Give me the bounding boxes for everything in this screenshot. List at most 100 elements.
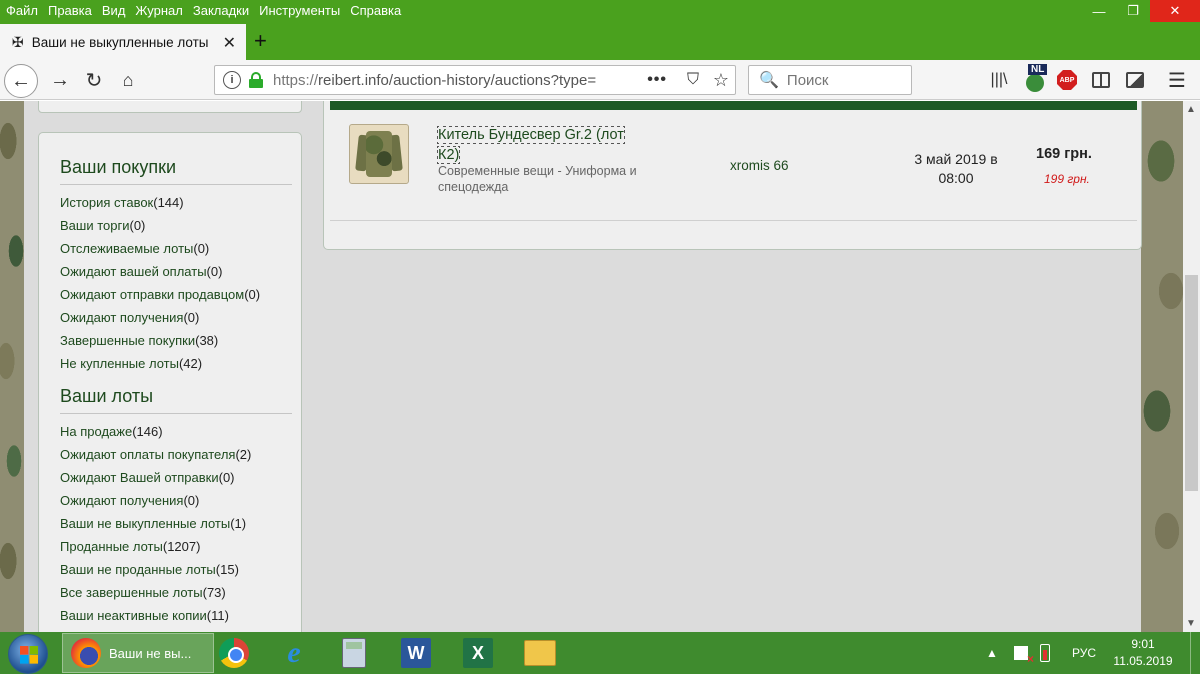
menu-help[interactable]: Справка — [345, 0, 406, 22]
lots-list: На продаже(146) Ожидают оплаты покупател… — [60, 420, 301, 627]
battery-icon[interactable] — [1040, 632, 1050, 674]
tab-strip: ✠ Ваши не выкупленные лоты | ✕ — [0, 22, 1200, 60]
list-item[interactable]: Ожидают Вашей отправки(0) — [60, 466, 301, 489]
close-tab-icon[interactable]: ✕ — [223, 33, 236, 53]
show-desktop-button[interactable] — [1190, 632, 1200, 674]
search-input[interactable] — [786, 71, 907, 89]
taskbar-firefox-label: Ваши не вы... — [109, 645, 192, 661]
scroll-down-icon[interactable]: ▼ — [1186, 618, 1196, 629]
lot-seller-link[interactable]: xromis 66 — [730, 158, 789, 173]
lots-title: Ваши лоты — [60, 386, 292, 414]
taskbar-chrome[interactable] — [214, 633, 254, 673]
purchases-title: Ваши покупки — [60, 157, 292, 185]
page-scrollbar[interactable]: ▲ ▼ — [1183, 101, 1200, 632]
list-item[interactable]: Ваши торги(0) — [60, 214, 301, 237]
purchases-section: Ваши покупки История ставок(144) Ваши то… — [39, 157, 301, 375]
menu-history[interactable]: Журнал — [130, 0, 187, 22]
address-bar[interactable]: i https://reibert.info/auction-history/a… — [214, 65, 736, 95]
lock-icon — [249, 72, 263, 88]
list-item[interactable]: Не купленные лоты(42) — [60, 352, 301, 375]
sidebar-top-panel — [38, 101, 302, 113]
taskbar-excel[interactable]: X — [458, 633, 498, 673]
minimize-button[interactable]: — — [1082, 0, 1116, 22]
adblock-icon[interactable]: ABP — [1056, 68, 1078, 92]
iron-cross-icon: ✠ — [12, 33, 24, 50]
bookmark-star-icon[interactable]: ☆ — [713, 70, 729, 91]
page-actions-icon[interactable]: ••• — [647, 71, 667, 89]
list-item[interactable]: Проданные лоты(1207) — [60, 535, 301, 558]
url-text[interactable]: https://reibert.info/auction-history/auc… — [273, 72, 613, 89]
action-center-icon[interactable] — [1014, 632, 1034, 674]
screenshot-icon[interactable] — [1124, 68, 1146, 92]
search-bar[interactable]: 🔍 — [748, 65, 912, 95]
list-item[interactable]: На продаже(146) — [60, 420, 301, 443]
list-item[interactable]: Ожидают оплаты покупателя(2) — [60, 443, 301, 466]
jacket-image — [355, 129, 403, 179]
list-item[interactable]: Все завершенные лоты(73) — [60, 581, 301, 604]
language-indicator[interactable]: РУС — [1072, 632, 1096, 674]
menu-view[interactable]: Вид — [97, 0, 131, 22]
chrome-icon — [219, 638, 249, 668]
scrollbar-thumb[interactable] — [1185, 275, 1198, 491]
calculator-icon — [342, 638, 366, 668]
new-tab-button[interactable]: + — [254, 28, 267, 54]
menu-bookmarks[interactable]: Закладки — [188, 0, 254, 22]
taskbar-calculator[interactable] — [334, 633, 374, 673]
close-window-button[interactable]: ✕ — [1150, 0, 1200, 22]
taskbar-ie[interactable]: e — [274, 633, 314, 673]
lot-category: Современные вещи - Униформа и спецодежда — [438, 164, 637, 194]
list-item[interactable]: Завершенные покупки(38) — [60, 329, 301, 352]
hamburger-menu-icon[interactable]: ☰ — [1166, 68, 1188, 92]
taskbar-word[interactable]: W — [396, 633, 436, 673]
back-button[interactable]: ← — [4, 64, 38, 98]
sidebar-icon[interactable] — [1090, 68, 1112, 92]
scroll-up-icon[interactable]: ▲ — [1186, 104, 1196, 115]
search-icon: 🔍 — [759, 72, 779, 89]
menu-file[interactable]: Файл — [0, 0, 43, 22]
list-item[interactable]: Ваши неактивные копии(11) — [60, 604, 301, 627]
library-icon[interactable]: |||\ — [986, 68, 1012, 92]
nl-extension-icon[interactable]: NL — [1020, 64, 1050, 92]
lots-panel: Китель Бундесвер Gr.2 (лот К2) Современн… — [323, 101, 1142, 250]
lot-title-link[interactable]: Китель Бундесвер Gr.2 (лот К2) — [437, 125, 644, 165]
tab-title: Ваши не выкупленные лоты | — [31, 34, 212, 50]
maximize-button[interactable]: ❐ — [1116, 0, 1150, 22]
pocket-icon[interactable]: ⛉ — [687, 71, 699, 89]
account-sidebar: Ваши покупки История ставок(144) Ваши то… — [38, 132, 302, 632]
info-icon[interactable]: i — [223, 71, 241, 89]
windows-taskbar: Ваши не вы... e W X ▲ РУС 9:01 11.05.201… — [0, 632, 1200, 674]
forward-button[interactable]: → — [46, 66, 74, 94]
table-row: Китель Бундесвер Gr.2 (лот К2) Современн… — [330, 110, 1137, 221]
list-item[interactable]: Ожидают получения(0) — [60, 489, 301, 512]
list-item[interactable]: История ставок(144) — [60, 191, 301, 214]
menu-tools[interactable]: Инструменты — [254, 0, 345, 22]
window-controls: — ❐ ✕ — [1082, 0, 1200, 22]
taskbar-firefox[interactable]: Ваши не вы... — [62, 633, 214, 673]
menu-edit[interactable]: Правка — [43, 0, 97, 22]
menu-bar: Файл Правка Вид Журнал Закладки Инструме… — [0, 0, 1200, 22]
internet-explorer-icon: e — [287, 636, 301, 669]
list-item[interactable]: Ожидают получения(0) — [60, 306, 301, 329]
folder-icon — [524, 640, 556, 666]
windows-logo-icon — [20, 646, 38, 664]
list-item[interactable]: Ожидают отправки продавцом(0) — [60, 283, 301, 306]
page-content: Ваши покупки История ставок(144) Ваши то… — [0, 101, 1183, 632]
start-button[interactable] — [8, 634, 48, 674]
list-item[interactable]: Отслеживаемые лоты(0) — [60, 237, 301, 260]
firefox-icon — [71, 638, 101, 668]
tab-active[interactable]: ✠ Ваши не выкупленные лоты | ✕ — [0, 24, 246, 60]
list-item[interactable]: Ваши не проданные лоты(15) — [60, 558, 301, 581]
taskbar-explorer[interactable] — [520, 633, 560, 673]
lot-thumbnail[interactable] — [349, 124, 409, 184]
home-button[interactable]: ⌂ — [114, 66, 142, 94]
list-item[interactable]: Ваши не выкупленные лоты(1) — [60, 512, 301, 535]
tray-expand-icon[interactable]: ▲ — [986, 632, 998, 674]
word-icon: W — [401, 638, 431, 668]
camo-background-left — [0, 101, 24, 632]
reload-button[interactable]: ↻ — [80, 66, 108, 94]
list-item[interactable]: Ожидают вашей оплаты(0) — [60, 260, 301, 283]
clock-date: 11.05.2019 — [1113, 654, 1173, 668]
system-clock[interactable]: 9:01 11.05.2019 — [1108, 636, 1178, 670]
navigation-bar: ← → ↻ ⌂ i https://reibert.info/auction-h… — [0, 60, 1200, 100]
clock-time: 9:01 — [1131, 637, 1155, 651]
